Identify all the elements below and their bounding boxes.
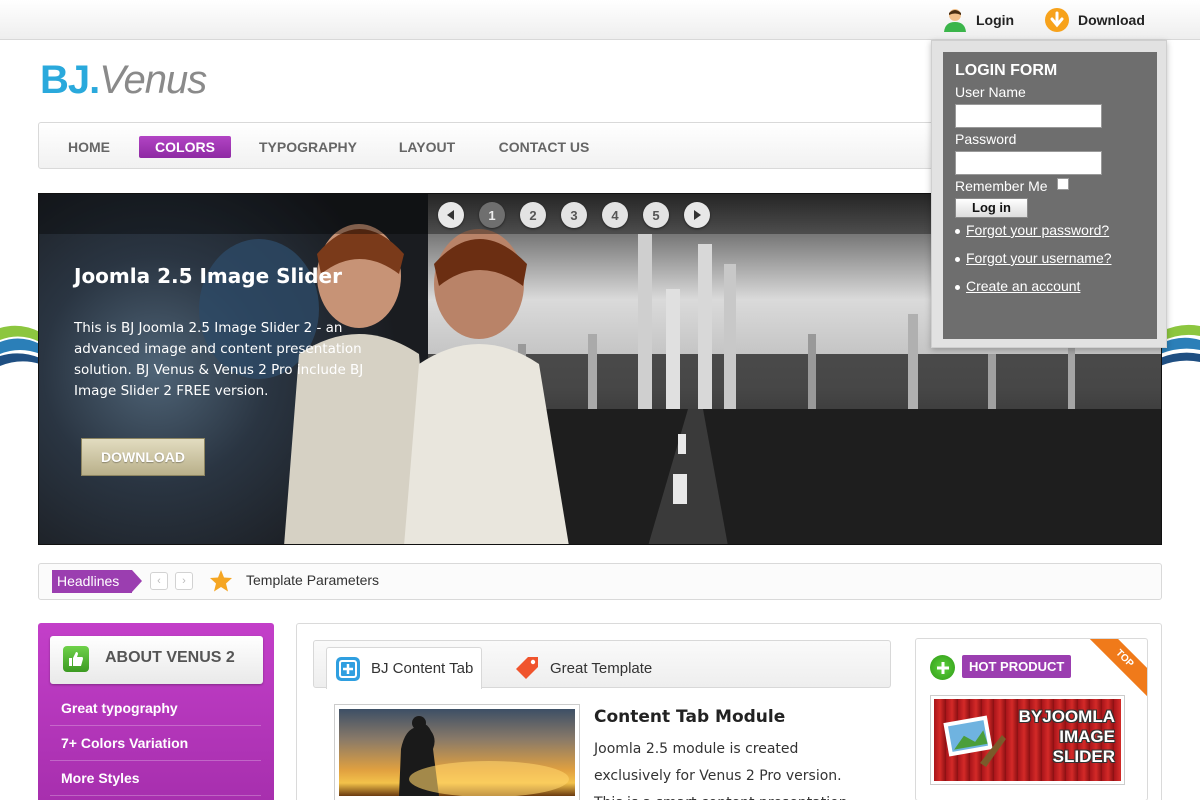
content-tab-image — [334, 704, 580, 800]
play-right-icon — [694, 210, 701, 220]
picture-frame-icon — [943, 715, 1006, 767]
slider-page-1[interactable]: 1 — [479, 202, 505, 228]
sidebar-item-colors[interactable]: 7+ Colors Variation — [50, 726, 261, 761]
about-header: ABOUT VENUS 2 — [50, 636, 263, 684]
username-label: User Name — [955, 84, 1026, 100]
nav-colors[interactable]: COLORS — [139, 136, 231, 158]
tab-bj-content-label: BJ Content Tab — [371, 660, 474, 677]
top-download-link[interactable]: Download — [1044, 6, 1145, 34]
login-form-title: LOGIN FORM — [955, 62, 1058, 79]
hot-product-label: HOT PRODUCT — [962, 655, 1072, 678]
headlines-next-button[interactable]: › — [175, 572, 193, 590]
top-ribbon: TOP — [1085, 639, 1147, 698]
about-sidebar: ABOUT VENUS 2 Great typography 7+ Colors… — [38, 623, 274, 800]
top-login-link[interactable]: Login — [942, 6, 1014, 34]
username-input[interactable] — [955, 104, 1102, 128]
slider-page-3[interactable]: 3 — [561, 202, 587, 228]
content-area: BJ Content Tab Great Template Content Ta… — [296, 623, 1162, 800]
hot-product-image[interactable]: BYJOOMLA IMAGE SLIDER — [930, 695, 1125, 785]
content-tabbar: BJ Content Tab Great Template — [313, 640, 891, 689]
thumbs-up-icon — [63, 646, 89, 672]
play-left-icon — [447, 210, 454, 220]
plus-circle-icon — [930, 655, 955, 680]
slider-prev-button[interactable] — [438, 202, 464, 228]
hot-product-box: TOP HOT PRODUCT BYJOOMLA IMAGE SLIDER — [915, 638, 1148, 800]
user-icon — [942, 7, 968, 33]
slide-download-button[interactable]: DOWNLOAD — [81, 438, 205, 476]
tab-bj-content[interactable]: BJ Content Tab — [326, 647, 483, 689]
headlines-prev-button[interactable]: ‹ — [150, 572, 168, 590]
slide-title: Joomla 2.5 Image Slider — [74, 264, 342, 288]
sunset-photo-image — [339, 709, 575, 796]
tag-icon — [514, 655, 540, 681]
forgot-username-link[interactable]: Forgot your username? — [955, 250, 1112, 266]
sidebar-item-styles[interactable]: More Styles — [50, 761, 261, 796]
password-label: Password — [955, 131, 1017, 147]
headline-link[interactable]: Template Parameters — [246, 572, 379, 588]
plus-square-icon — [335, 656, 361, 682]
slider-next-button[interactable] — [684, 202, 710, 228]
nav-layout[interactable]: LAYOUT — [391, 136, 463, 158]
top-bar: Login Download — [0, 0, 1200, 40]
remember-me-label: Remember Me — [955, 178, 1048, 194]
nav-contact-us[interactable]: CONTACT US — [495, 136, 593, 158]
star-icon — [210, 570, 232, 592]
forgot-password-link[interactable]: Forgot your password? — [955, 222, 1109, 238]
logo-part-venus: Venus — [99, 58, 207, 102]
download-icon — [1044, 7, 1070, 33]
remember-me-checkbox[interactable] — [1057, 178, 1069, 190]
login-popup: LOGIN FORM User Name Password Remember M… — [931, 40, 1167, 348]
content-tab-title: Content Tab Module — [594, 707, 786, 727]
nav-home[interactable]: HOME — [57, 136, 121, 158]
login-submit-button[interactable]: Log in — [955, 198, 1028, 218]
image-text-line-1: BYJOOMLA — [1018, 707, 1115, 726]
create-account-link[interactable]: Create an account — [955, 278, 1080, 294]
logo-dot: . — [89, 58, 100, 102]
slider-page-2[interactable]: 2 — [520, 202, 546, 228]
logo-part-bj: BJ — [40, 58, 90, 102]
nav-typography[interactable]: TYPOGRAPHY — [255, 136, 361, 158]
slider-page-4[interactable]: 4 — [602, 202, 628, 228]
headlines-bar: Headlines ‹ › Template Parameters — [38, 563, 1162, 600]
hot-product-image-text: BYJOOMLA IMAGE SLIDER — [1019, 707, 1115, 767]
image-text-line-3: SLIDER — [1052, 747, 1115, 766]
top-login-label: Login — [976, 12, 1015, 28]
slider-page-5[interactable]: 5 — [643, 202, 669, 228]
top-download-label: Download — [1078, 12, 1145, 28]
image-slider-banner: BYJOOMLA IMAGE SLIDER — [934, 699, 1121, 781]
left-swoosh-decoration — [0, 325, 40, 366]
slide-description: This is BJ Joomla 2.5 Image Slider 2 - a… — [74, 320, 364, 399]
about-title: ABOUT VENUS 2 — [105, 649, 235, 666]
login-form: LOGIN FORM User Name Password Remember M… — [943, 52, 1157, 339]
tab-great-template[interactable]: Great Template — [514, 647, 652, 689]
tab-great-template-label: Great Template — [550, 659, 653, 677]
site-logo[interactable]: BJ.Venus — [40, 58, 207, 103]
content-tab-description: Joomla 2.5 module is created exclusively… — [594, 741, 848, 800]
headlines-label: Headlines — [52, 570, 142, 593]
image-text-line-2: IMAGE — [1059, 727, 1115, 746]
password-input[interactable] — [955, 151, 1102, 175]
sidebar-item-typography[interactable]: Great typography — [50, 691, 261, 726]
